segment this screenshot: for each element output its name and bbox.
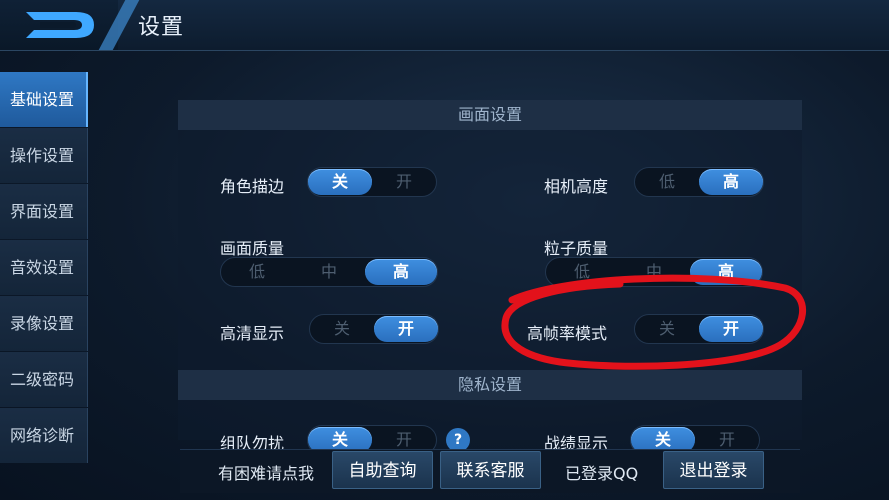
hd-option-off[interactable]: 关 bbox=[310, 316, 374, 342]
hfr-label: 高帧率模式 bbox=[527, 324, 608, 343]
camera-option-low[interactable]: 低 bbox=[635, 169, 699, 195]
quality-option-high[interactable]: 高 bbox=[365, 259, 437, 285]
quality-label: 画面质量 bbox=[220, 239, 285, 258]
sidebar-item-replay[interactable]: 录像设置 bbox=[0, 296, 88, 351]
outline-label: 角色描边 bbox=[220, 177, 285, 196]
self-help-button[interactable]: 自助查询 bbox=[332, 451, 433, 489]
sidebar-item-audio[interactable]: 音效设置 bbox=[0, 240, 88, 295]
quality-selector[interactable]: 低 中 高 bbox=[220, 257, 438, 287]
hfr-option-on[interactable]: 开 bbox=[699, 316, 763, 342]
sidebar-item-controls[interactable]: 操作设置 bbox=[0, 128, 88, 183]
outline-option-on[interactable]: 开 bbox=[372, 169, 436, 195]
particle-option-mid[interactable]: 中 bbox=[618, 259, 690, 285]
section-header-display: 画面设置 bbox=[178, 100, 802, 130]
sidebar: 基础设置 操作设置 界面设置 音效设置 录像设置 二级密码 网络诊断 bbox=[0, 72, 90, 464]
quality-option-mid[interactable]: 中 bbox=[293, 259, 365, 285]
hfr-option-off[interactable]: 关 bbox=[635, 316, 699, 342]
section-header-privacy: 隐私设置 bbox=[178, 370, 802, 400]
quality-option-low[interactable]: 低 bbox=[221, 259, 293, 285]
camera-toggle[interactable]: 低 高 bbox=[634, 167, 764, 197]
outline-toggle[interactable]: 关 开 bbox=[307, 167, 437, 197]
camera-label: 相机高度 bbox=[544, 177, 609, 196]
contact-support-button[interactable]: 联系客服 bbox=[440, 451, 541, 489]
hd-label: 高清显示 bbox=[220, 324, 285, 343]
back-arrow-icon bbox=[26, 12, 94, 38]
help-prompt-text: 有困难请点我 bbox=[218, 464, 315, 483]
particle-option-low[interactable]: 低 bbox=[546, 259, 618, 285]
sidebar-item-password[interactable]: 二级密码 bbox=[0, 352, 88, 407]
page-title: 设置 bbox=[138, 15, 185, 40]
back-button[interactable] bbox=[0, 0, 118, 50]
sidebar-item-network[interactable]: 网络诊断 bbox=[0, 408, 88, 463]
particle-selector[interactable]: 低 中 高 bbox=[545, 257, 763, 287]
logout-button[interactable]: 退出登录 bbox=[663, 451, 764, 489]
top-header: 设置 bbox=[0, 0, 889, 51]
hd-toggle[interactable]: 关 开 bbox=[309, 314, 439, 344]
sidebar-item-interface[interactable]: 界面设置 bbox=[0, 184, 88, 239]
hd-option-on[interactable]: 开 bbox=[374, 316, 438, 342]
particle-option-high[interactable]: 高 bbox=[690, 259, 762, 285]
camera-option-high[interactable]: 高 bbox=[699, 169, 763, 195]
sidebar-item-basic[interactable]: 基础设置 bbox=[0, 72, 88, 127]
hfr-toggle[interactable]: 关 开 bbox=[634, 314, 764, 344]
login-status-text: 已登录QQ bbox=[565, 464, 639, 483]
particle-label: 粒子质量 bbox=[544, 239, 609, 258]
outline-option-off[interactable]: 关 bbox=[308, 169, 372, 195]
